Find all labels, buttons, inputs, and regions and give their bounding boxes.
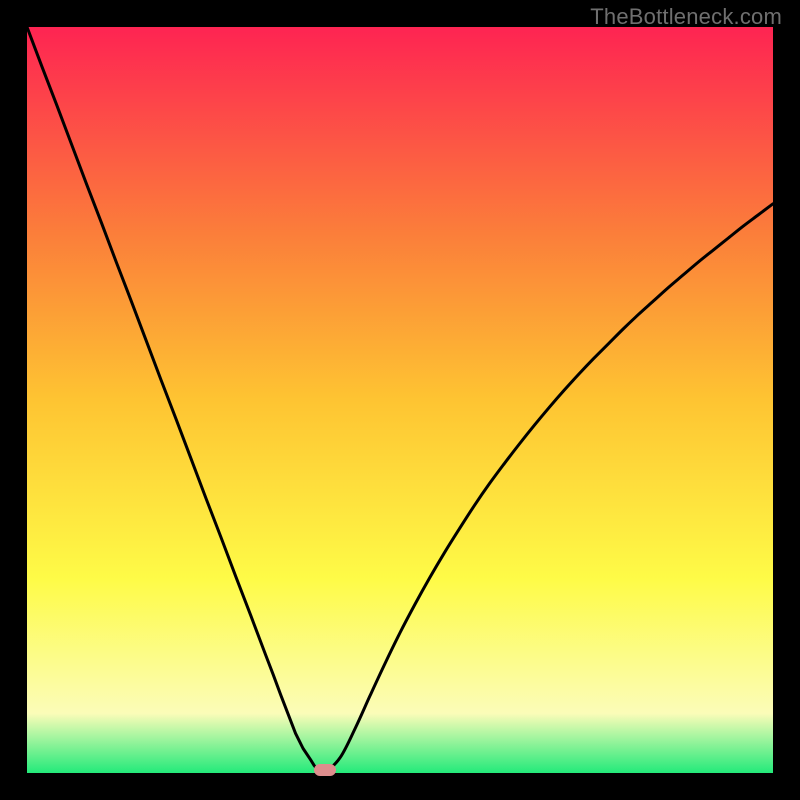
chart-svg xyxy=(27,27,773,773)
plot-area xyxy=(27,27,773,773)
chart-frame: TheBottleneck.com xyxy=(0,0,800,800)
gradient-background xyxy=(27,27,773,773)
watermark-text: TheBottleneck.com xyxy=(590,4,782,30)
minimum-marker xyxy=(314,764,336,776)
